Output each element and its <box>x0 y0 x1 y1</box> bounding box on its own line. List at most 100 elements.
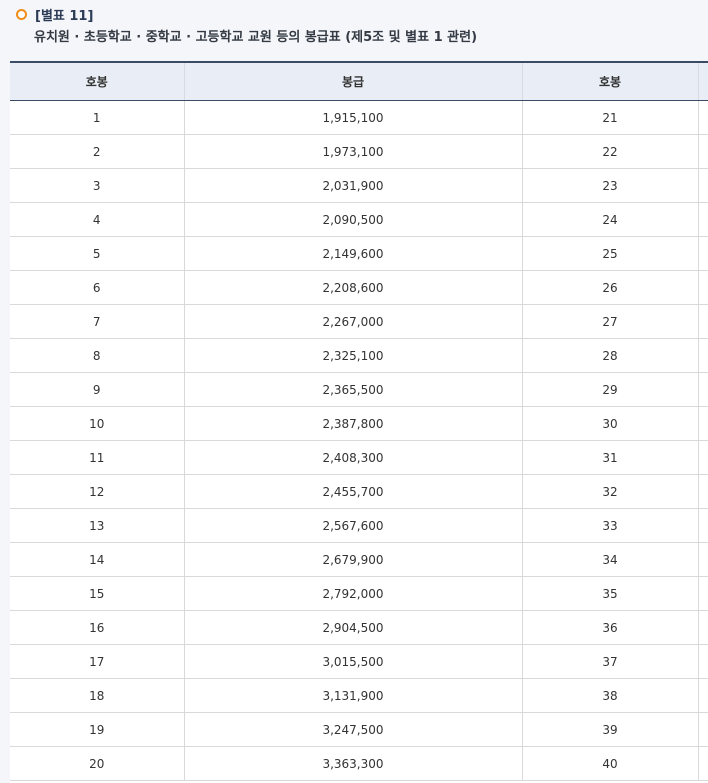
grade-cell-2: 31 <box>522 440 699 475</box>
grade-cell-2: 39 <box>522 712 699 747</box>
table-row: 19 3,247,500 39 <box>10 712 708 747</box>
cut-off-cell <box>698 202 708 237</box>
grade-cell: 6 <box>10 270 185 305</box>
header-grade-2: 호봉 <box>522 63 699 101</box>
grade-cell: 19 <box>10 712 185 747</box>
salary-table-container: 호봉 봉급 호봉 1 1,915,100 21 2 1,973,100 22 3 2,031,90… <box>10 61 708 783</box>
table-row: 20 3,363,300 40 <box>10 746 708 781</box>
cut-off-cell <box>698 406 708 441</box>
cut-off-cell <box>698 542 708 577</box>
salary-table: 호봉 봉급 호봉 1 1,915,100 21 2 1,973,100 22 3 2,031,90… <box>10 63 708 781</box>
grade-cell: 2 <box>10 134 185 169</box>
table-row: 15 2,792,000 35 <box>10 576 708 611</box>
salary-cell: 3,247,500 <box>184 712 523 747</box>
circle-bullet-icon <box>16 8 27 20</box>
cut-off-cell <box>698 678 708 713</box>
table-row: 3 2,031,900 23 <box>10 168 708 203</box>
grade-cell: 3 <box>10 168 185 203</box>
table-row: 18 3,131,900 38 <box>10 678 708 713</box>
header-grade: 호봉 <box>10 63 185 101</box>
table-row: 8 2,325,100 28 <box>10 338 708 373</box>
table-row: 10 2,387,800 30 <box>10 406 708 441</box>
grade-cell: 8 <box>10 338 185 373</box>
salary-cell: 2,408,300 <box>184 440 523 475</box>
salary-cell: 1,915,100 <box>184 100 523 135</box>
salary-cell: 2,031,900 <box>184 168 523 203</box>
table-row: 5 2,149,600 25 <box>10 236 708 271</box>
cut-off-cell <box>698 304 708 339</box>
cut-off-cell <box>698 100 708 135</box>
table-row: 1 1,915,100 21 <box>10 100 708 135</box>
grade-cell: 16 <box>10 610 185 645</box>
grade-cell: 17 <box>10 644 185 679</box>
grade-cell: 14 <box>10 542 185 577</box>
cut-off-cell <box>698 508 708 543</box>
salary-cell: 2,904,500 <box>184 610 523 645</box>
salary-cell: 2,792,000 <box>184 576 523 611</box>
header-salary: 봉급 <box>184 63 523 101</box>
grade-cell-2: 27 <box>522 304 699 339</box>
table-row: 7 2,267,000 27 <box>10 304 708 339</box>
grade-cell-2: 21 <box>522 100 699 135</box>
salary-cell: 2,567,600 <box>184 508 523 543</box>
cut-off-cell <box>698 576 708 611</box>
salary-cell: 2,208,600 <box>184 270 523 305</box>
grade-cell-2: 23 <box>522 168 699 203</box>
cut-off-cell <box>698 746 708 781</box>
grade-cell-2: 36 <box>522 610 699 645</box>
salary-cell: 2,679,900 <box>184 542 523 577</box>
table-row: 6 2,208,600 26 <box>10 270 708 305</box>
appendix-label: [별표 11] <box>35 8 94 24</box>
cut-off-cell <box>698 338 708 373</box>
grade-cell-2: 38 <box>522 678 699 713</box>
cut-off-cell <box>698 168 708 203</box>
grade-cell-2: 40 <box>522 746 699 781</box>
cut-off-cell <box>698 270 708 305</box>
grade-cell-2: 28 <box>522 338 699 373</box>
grade-cell-2: 30 <box>522 406 699 441</box>
table-row: 13 2,567,600 33 <box>10 508 708 543</box>
salary-cell: 2,387,800 <box>184 406 523 441</box>
table-row: 4 2,090,500 24 <box>10 202 708 237</box>
salary-cell: 2,149,600 <box>184 236 523 271</box>
salary-cell: 2,090,500 <box>184 202 523 237</box>
grade-cell-2: 22 <box>522 134 699 169</box>
cut-off-cell <box>698 372 708 407</box>
grade-cell: 1 <box>10 100 185 135</box>
cut-off-cell <box>698 474 708 509</box>
salary-cell: 2,325,100 <box>184 338 523 373</box>
table-heading: [별표 11] 유치원 · 초등학교 · 중학교 · 고등학교 교원 등의 봉급… <box>16 4 696 45</box>
table-row: 14 2,679,900 34 <box>10 542 708 577</box>
table-row: 11 2,408,300 31 <box>10 440 708 475</box>
table-row: 9 2,365,500 29 <box>10 372 708 407</box>
grade-cell-2: 29 <box>522 372 699 407</box>
grade-cell: 15 <box>10 576 185 611</box>
grade-cell: 5 <box>10 236 185 271</box>
table-title: 유치원 · 초등학교 · 중학교 · 고등학교 교원 등의 봉급표 (제5조 및… <box>34 30 478 45</box>
grade-cell-2: 37 <box>522 644 699 679</box>
table-body: 1 1,915,100 21 2 1,973,100 22 3 2,031,900 23 4 2,0… <box>10 100 708 781</box>
grade-cell: 4 <box>10 202 185 237</box>
header-row: 호봉 봉급 호봉 <box>10 63 708 101</box>
salary-cell: 2,267,000 <box>184 304 523 339</box>
cut-off-cell <box>698 236 708 271</box>
salary-cell: 3,363,300 <box>184 746 523 781</box>
grade-cell-2: 25 <box>522 236 699 271</box>
cut-off-cell <box>698 610 708 645</box>
grade-cell-2: 26 <box>522 270 699 305</box>
cut-off-cell <box>698 440 708 475</box>
table-row: 16 2,904,500 36 <box>10 610 708 645</box>
grade-cell: 10 <box>10 406 185 441</box>
cut-off-cell <box>698 712 708 747</box>
table-row: 12 2,455,700 32 <box>10 474 708 509</box>
header-cut-off <box>698 63 708 101</box>
salary-cell: 2,455,700 <box>184 474 523 509</box>
table-header: 호봉 봉급 호봉 <box>10 63 708 101</box>
salary-cell: 1,973,100 <box>184 134 523 169</box>
table-row: 2 1,973,100 22 <box>10 134 708 169</box>
grade-cell-2: 33 <box>522 508 699 543</box>
grade-cell-2: 34 <box>522 542 699 577</box>
grade-cell-2: 24 <box>522 202 699 237</box>
cut-off-cell <box>698 134 708 169</box>
grade-cell: 11 <box>10 440 185 475</box>
